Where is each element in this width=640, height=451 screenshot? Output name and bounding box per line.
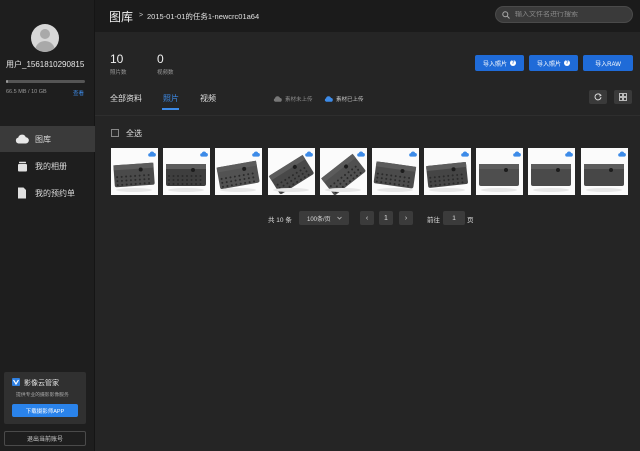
photo-count: 10 (110, 52, 124, 66)
search-input[interactable] (515, 11, 625, 18)
page-title: 图库 (109, 10, 134, 24)
help-icon: ? (510, 60, 516, 66)
grid-view-button[interactable] (614, 90, 632, 104)
album-icon (15, 160, 29, 172)
refresh-icon (594, 93, 602, 101)
storage-fill (6, 80, 8, 83)
chevron-down-icon (336, 216, 342, 220)
import-photos-button[interactable]: 导入照片 ? (475, 55, 524, 71)
filter-not-uploaded[interactable]: 素材未上传 (273, 95, 313, 103)
cloud-uploaded-icon (148, 150, 156, 159)
cloud-uploaded-icon (565, 150, 573, 159)
document-icon (15, 187, 29, 199)
divider (95, 115, 640, 116)
top-header: 图库 > 2015-01-01的任务1-newcrc01a64 (95, 0, 640, 32)
photo-thumbnail[interactable] (372, 148, 419, 195)
cloud-icon (15, 133, 29, 145)
cloud-uploaded-icon (324, 96, 333, 102)
breadcrumb[interactable]: 2015-01-01的任务1-newcrc01a64 (147, 11, 259, 22)
cloud-uploaded-icon (461, 150, 469, 159)
sidebar: 用户_1561810290815 66.5 MB / 10 GB 查看 图库 我… (0, 0, 95, 451)
filter-uploaded[interactable]: 素材已上传 (324, 95, 364, 103)
logout-button[interactable]: 退出当前账号 (4, 431, 86, 446)
filter-label: 素材未上传 (285, 97, 313, 103)
avatar[interactable] (31, 24, 59, 52)
select-all-checkbox[interactable] (111, 129, 119, 137)
cloud-uploaded-icon (357, 150, 365, 159)
photo-thumbnail[interactable] (111, 148, 158, 195)
import-button-label: 导入照片 (536, 61, 561, 68)
storage-view-link[interactable]: 查看 (73, 89, 84, 97)
cloud-uploaded-icon (409, 150, 417, 159)
photo-thumbnail[interactable] (163, 148, 210, 195)
sidebar-item-label: 我的相册 (35, 161, 67, 171)
refresh-button[interactable] (589, 90, 607, 104)
search-box[interactable] (495, 6, 633, 23)
cloud-uploaded-icon (305, 150, 313, 159)
help-icon: ? (564, 60, 570, 66)
search-icon (502, 10, 510, 19)
sidebar-item-gallery[interactable]: 图库 (0, 126, 95, 152)
storage-text: 66.5 MB / 10 GB (6, 89, 47, 95)
pagination-total: 共 10 条 (268, 217, 292, 224)
current-page[interactable]: 1 (379, 211, 393, 225)
sidebar-item-orders[interactable]: 我的预约单 (0, 180, 95, 206)
import-button-label: 导入RAW (595, 61, 621, 68)
tab-all[interactable]: 全部资料 (110, 93, 142, 104)
download-app-button[interactable]: 下载摄影师APP (12, 404, 78, 417)
tab-photos[interactable]: 照片 (163, 93, 179, 104)
app-logo-icon (12, 378, 20, 386)
page-unit-label: 页 (467, 217, 474, 224)
photo-thumbnail[interactable] (528, 148, 575, 195)
sidebar-item-label: 图库 (35, 134, 51, 144)
photo-thumbnail[interactable] (215, 148, 262, 195)
cloud-uploaded-icon (200, 150, 208, 159)
video-count-label: 视频数 (157, 70, 174, 76)
select-all-label[interactable]: 全选 (126, 128, 142, 139)
photo-thumbnail[interactable] (424, 148, 471, 195)
photo-count-label: 照片数 (110, 70, 127, 76)
username: 用户_1561810290815 (6, 60, 85, 69)
photo-thumbnail[interactable] (581, 148, 628, 195)
video-count: 0 (157, 52, 164, 66)
promo-subtitle: 提供专业的摄影影像服务 (16, 393, 69, 398)
page-size-value: 100条/页 (307, 216, 331, 223)
photo-thumbnail[interactable] (320, 148, 367, 195)
cloud-upload-icon (273, 96, 282, 102)
sidebar-item-label: 我的预约单 (35, 188, 75, 198)
cloud-uploaded-icon (252, 150, 260, 159)
tab-videos[interactable]: 视频 (200, 93, 216, 104)
goto-page-input[interactable]: 1 (443, 211, 465, 225)
page-size-select[interactable]: 100条/页 (299, 211, 349, 225)
promo-title: 影像云管家 (24, 380, 59, 387)
filter-label: 素材已上传 (336, 97, 364, 103)
sidebar-item-albums[interactable]: 我的相册 (0, 153, 95, 179)
breadcrumb-separator: > (139, 12, 144, 19)
import-photos-button-2[interactable]: 导入照片 ? (529, 55, 578, 71)
active-tab-indicator (162, 108, 179, 110)
photo-thumbnail[interactable] (476, 148, 523, 195)
app-promo-card: 影像云管家 提供专业的摄影影像服务 下载摄影师APP (4, 372, 86, 424)
import-raw-button[interactable]: 导入RAW (583, 55, 633, 71)
photo-count-stat: 10 照片数 (110, 52, 127, 76)
goto-label: 前往 (427, 217, 440, 224)
prev-page-button[interactable]: ‹ (360, 211, 374, 225)
grid-icon (619, 93, 627, 101)
video-count-stat: 0 视频数 (157, 52, 174, 76)
import-button-label: 导入照片 (482, 61, 507, 68)
storage-bar (6, 80, 85, 83)
photo-thumbnail[interactable] (268, 148, 315, 195)
cloud-uploaded-icon (618, 150, 626, 159)
next-page-button[interactable]: › (399, 211, 413, 225)
cloud-uploaded-icon (513, 150, 521, 159)
